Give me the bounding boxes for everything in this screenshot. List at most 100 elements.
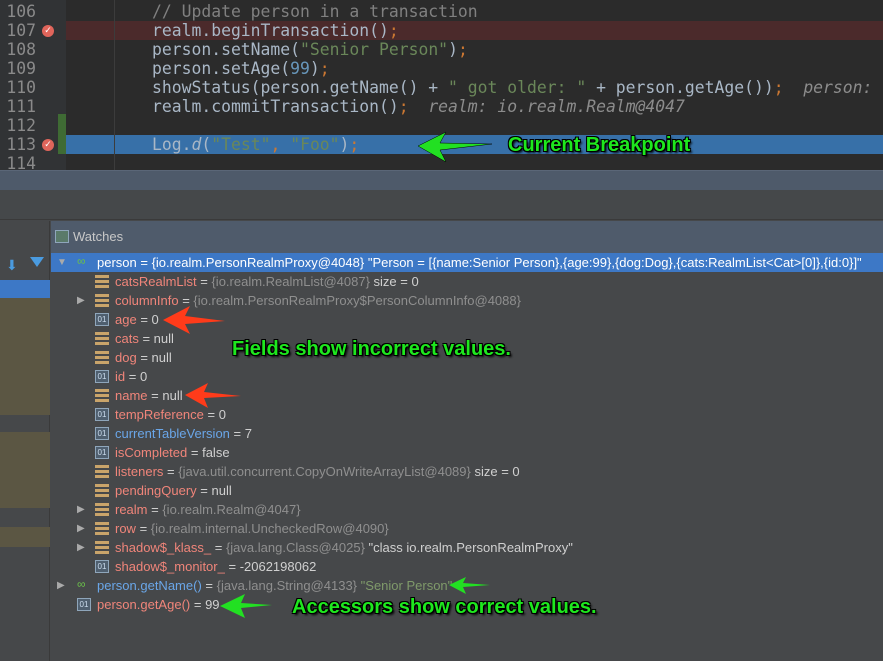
- watches-header: Watches: [51, 221, 883, 253]
- expand-icon[interactable]: ▶: [77, 291, 85, 310]
- code-token: showStatus(person.getName() +: [152, 78, 449, 97]
- expand-icon[interactable]: ▶: [57, 576, 65, 595]
- breakpoint-icon[interactable]: ✓: [42, 139, 54, 151]
- equals: =: [136, 350, 152, 365]
- watch-row[interactable]: ▶ columnInfo = {io.realm.PersonRealmProxy…: [51, 291, 883, 310]
- equals: =: [147, 388, 163, 403]
- equals: =: [147, 502, 163, 517]
- watch-name: age: [115, 312, 137, 327]
- frame-item[interactable]: [0, 298, 50, 415]
- watch-name: id: [115, 369, 126, 384]
- watch-row[interactable]: 01 isCompleted = false: [51, 443, 883, 462]
- watch-row[interactable]: ▶ realm = {io.realm.Realm@4047}: [51, 500, 883, 519]
- watch-name: realm: [115, 502, 148, 517]
- code-token: ;: [457, 40, 468, 59]
- watches-icon: [55, 230, 69, 243]
- frame-selected[interactable]: [0, 280, 50, 299]
- expand-icon[interactable]: ▶: [77, 519, 85, 538]
- line-number: 111: [6, 97, 36, 116]
- equals: =: [125, 369, 140, 384]
- watch-row[interactable]: listeners = {java.util.concurrent.CopyOn…: [51, 462, 883, 481]
- watch-row[interactable]: ▶ row = {io.realm.internal.UncheckedRow@4…: [51, 519, 883, 538]
- watch-value: "Person = [{name:Senior Person},{age:99}…: [367, 255, 862, 270]
- watch-row[interactable]: 01 currentTableVersion = 7: [51, 424, 883, 443]
- code-token: realm.commitTransaction(): [152, 97, 399, 116]
- code-line[interactable]: 109 person.setAge(99);: [0, 59, 883, 78]
- code-token: // Update person in a transaction: [152, 2, 478, 21]
- annotation-arrows: [163, 131, 493, 618]
- debug-tabs-bar: [0, 190, 883, 220]
- field-icon: [95, 484, 109, 497]
- watch-row[interactable]: ▼ ∞ person = {io.realm.PersonRealmProxy@40…: [51, 253, 883, 272]
- code-token: "Test": [211, 135, 271, 154]
- equals: =: [136, 312, 152, 327]
- watch-row[interactable]: ▶ shadow$_klass_ = {java.lang.Class@4025}…: [51, 538, 883, 557]
- watch-row[interactable]: catsRealmList = {io.realm.RealmList@4087…: [51, 272, 883, 291]
- code-token: Log.: [152, 135, 192, 154]
- code-text: realm.commitTransaction(); realm: io.rea…: [152, 97, 685, 116]
- code-token: ): [448, 40, 458, 59]
- watch-value: -2062198062: [239, 559, 317, 574]
- watch-name: name: [115, 388, 148, 403]
- primitive-icon: 01: [95, 370, 109, 383]
- filter-icon[interactable]: [30, 257, 44, 267]
- breakpoint-icon[interactable]: ✓: [42, 25, 54, 37]
- watch-name: catsRealmList: [115, 274, 197, 289]
- annotation-accessors: Accessors show correct values.: [292, 596, 597, 618]
- primitive-icon: 01: [95, 313, 109, 326]
- code-line[interactable]: 112: [0, 116, 883, 135]
- code-text: // Update person in a transaction: [152, 2, 478, 21]
- primitive-icon: 01: [95, 408, 109, 421]
- code-token: person.setName(: [152, 40, 301, 59]
- code-token: ;: [388, 21, 399, 40]
- code-line[interactable]: 106 // Update person in a transaction: [0, 2, 883, 21]
- code-text: person.setAge(99);: [152, 59, 330, 78]
- code-token: person.setAge(: [152, 59, 291, 78]
- collapse-icon[interactable]: ▼: [57, 253, 67, 272]
- equals: =: [229, 426, 245, 441]
- watch-row[interactable]: pendingQuery = null: [51, 481, 883, 500]
- code-token: "Foo": [290, 135, 340, 154]
- watch-name: columnInfo: [115, 293, 179, 308]
- primitive-icon: 01: [77, 598, 91, 611]
- expand-icon[interactable]: ▶: [77, 500, 85, 519]
- code-token: ): [309, 59, 320, 78]
- code-line[interactable]: 111 realm.commitTransaction(); realm: io.…: [0, 97, 883, 116]
- expand-icon[interactable]: ▶: [77, 538, 85, 557]
- watch-ref: {java.lang.Class@4025}: [225, 540, 365, 555]
- equals: =: [201, 578, 217, 593]
- equals: =: [136, 255, 152, 270]
- code-token: ): [339, 135, 350, 154]
- watch-row[interactable]: 01 id = 0: [51, 367, 883, 386]
- field-icon: [95, 522, 109, 535]
- code-line[interactable]: 107 ✓ realm.beginTransaction();: [0, 21, 883, 40]
- frame-item[interactable]: [0, 527, 50, 547]
- step-down-icon[interactable]: ⬇: [6, 257, 18, 274]
- equals: =: [190, 597, 206, 612]
- frames-panel: ⬇: [0, 221, 50, 661]
- field-icon: [95, 294, 109, 307]
- line-number: 109: [6, 59, 36, 78]
- equals: =: [224, 559, 240, 574]
- field-icon: [95, 541, 109, 554]
- watch-ref: {io.realm.RealmList@4087}: [211, 274, 370, 289]
- frame-item[interactable]: [0, 432, 50, 508]
- watch-row[interactable]: name = null: [51, 386, 883, 405]
- watch-row[interactable]: 01 shadow$_monitor_ = -2062198062: [51, 557, 883, 576]
- code-token: ;: [349, 135, 360, 154]
- equals: =: [196, 274, 212, 289]
- code-token: 99: [290, 59, 310, 78]
- watch-name: person.getAge(): [97, 597, 191, 612]
- code-token: ,: [270, 135, 291, 154]
- watch-name: cats: [115, 331, 139, 346]
- line-number: 112: [6, 116, 36, 135]
- equals: =: [138, 331, 154, 346]
- code-token: ;: [773, 78, 784, 97]
- code-line[interactable]: 110 showStatus(person.getName() + " got o…: [0, 78, 883, 97]
- debug-toolbar: [0, 170, 883, 190]
- code-line[interactable]: 108 person.setName("Senior Person");: [0, 40, 883, 59]
- watch-name: tempReference: [115, 407, 204, 422]
- watch-row[interactable]: 01 tempReference = 0: [51, 405, 883, 424]
- line-number: 110: [6, 78, 36, 97]
- watch-icon: ∞: [77, 254, 86, 268]
